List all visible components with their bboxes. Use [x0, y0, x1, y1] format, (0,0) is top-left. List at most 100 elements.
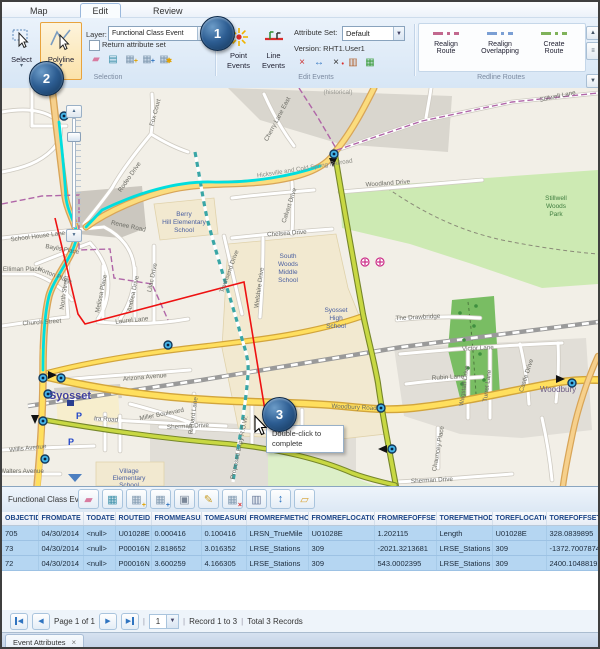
delete-row-icon[interactable]: ▦× — [222, 489, 243, 509]
realign-route-button[interactable]: RealignRoute — [419, 24, 473, 71]
redline-routes-box: RealignRouteRealignOverlappingCreateRout… — [418, 23, 586, 72]
list-icon[interactable]: ▤ — [106, 53, 120, 67]
close-tab-icon[interactable]: × — [72, 638, 77, 647]
map-label: High — [329, 315, 343, 322]
redline-routes-group-label: Redline Routes — [418, 74, 584, 81]
prev-page-button[interactable]: ◀ — [32, 613, 50, 630]
total-records-text: Total 3 Records — [247, 617, 303, 626]
map-label: Berry — [176, 211, 192, 218]
next-page-button[interactable]: ▶ — [99, 613, 117, 630]
attribute-set-icon[interactable]: ▦ — [363, 56, 377, 70]
zoom-out-icon[interactable]: ▼ — [66, 229, 82, 242]
add-selection-icon[interactable]: ▦+ — [123, 53, 137, 67]
line-events-button[interactable]: Line Events — [256, 22, 291, 80]
redline-dash-icon — [487, 32, 513, 35]
eraser-icon[interactable]: ▰ — [89, 53, 103, 67]
sort-icon[interactable]: ↕ — [270, 489, 291, 509]
event-attributes-panel: Functional Class Event ▰▦▦+▦+▣✎▦×▥↕▱ OBJ… — [2, 486, 598, 648]
tab-map[interactable]: Map — [18, 4, 60, 17]
map-label: Elementary — [113, 475, 147, 482]
add-to-selection-icon[interactable]: ▦+ — [140, 53, 154, 67]
table-icon[interactable]: ▦ — [102, 489, 123, 509]
selection-icon-strip: ▰▤▦+▦+▦✱ — [89, 53, 171, 67]
edit-events-icon-strip: ×↔×•▥▦ — [295, 56, 377, 70]
attribute-set-dropdown[interactable]: Default ▼ — [342, 26, 405, 41]
table-row[interactable]: 7304/30/2014<null>P00016N2.8186523.01635… — [2, 541, 598, 556]
layer-dropdown[interactable]: Functional Class Event ▼ — [108, 26, 209, 41]
column-header[interactable]: TOREFMETHOD — [436, 512, 492, 526]
table-row[interactable]: 7204/30/2014<null>P00016N3.6002594.16630… — [2, 556, 598, 571]
map-label: Hill Elementary — [162, 219, 206, 226]
first-page-button[interactable]: ◀ — [10, 613, 28, 630]
tab-event-attributes[interactable]: Event Attributes × — [5, 634, 84, 649]
ribbon-scrollbar[interactable]: ▲ ≡ ▼ — [586, 26, 598, 90]
line-events-icon — [257, 26, 290, 50]
map-label: P — [76, 411, 82, 421]
add-row-icon[interactable]: ▦+ — [126, 489, 147, 509]
tab-edit[interactable]: Edit — [80, 3, 122, 18]
select-tool-icon — [5, 26, 38, 54]
column-header[interactable]: FROMREFOFFSET — [374, 512, 436, 526]
column-header[interactable]: FROMREFMETHOD — [246, 512, 308, 526]
table-row[interactable]: 70504/30/2014<null>U01028E0.0004160.1004… — [2, 526, 598, 541]
map-label: School — [326, 323, 346, 330]
edit-attributes-icon[interactable]: ✎ — [198, 489, 219, 509]
layer-label: Layer: — [86, 30, 107, 39]
column-header[interactable]: OBJECTID — [2, 512, 38, 526]
redline-dash-icon — [541, 32, 567, 35]
column-header[interactable]: TOMEASURE — [201, 512, 246, 526]
scroll-up-icon[interactable]: ▲ — [586, 26, 600, 40]
page-number-caret[interactable]: ▼ — [166, 614, 179, 629]
column-header[interactable]: FROMREFLOCATION — [308, 512, 374, 526]
callout-2: 2 — [29, 61, 64, 96]
zoom-in-icon[interactable]: ▲ — [66, 105, 82, 118]
table-header-row: OBJECTIDFROMDATETODATEROUTEIDFROMMEASURE… — [2, 512, 598, 526]
add-selected-icon[interactable]: ▦+ — [150, 489, 171, 509]
redline-dash-icon — [433, 32, 459, 35]
open-folder-icon[interactable]: ▱ — [294, 489, 315, 509]
merge-events-icon[interactable]: ↔ — [312, 56, 326, 70]
split-event-icon[interactable]: × — [295, 56, 309, 70]
page-indicator: Page 1 of 1 — [54, 617, 95, 626]
column-header[interactable]: TOREFLOCATION — [492, 512, 546, 526]
ribbon: Select ▾ Polyline ▾ Layer: Functional Cl… — [2, 18, 598, 89]
map-label: Middle — [278, 269, 298, 276]
map-zoom-slider[interactable]: ▲ ▼ — [66, 105, 82, 241]
column-header[interactable]: FROMMEASURE — [151, 512, 201, 526]
map-label: P — [68, 437, 74, 447]
column-header[interactable]: ROUTEID — [115, 512, 151, 526]
map-label: Park — [549, 211, 563, 218]
page-number-input[interactable]: 1 — [149, 614, 167, 629]
scroll-thumb[interactable]: ≡ — [586, 42, 600, 60]
map-label: Stillwell — [545, 195, 567, 202]
related-records-icon[interactable]: ▥ — [246, 489, 267, 509]
collapse-arrow-icon[interactable] — [68, 474, 82, 482]
return-attribute-set-label: Return attribute set — [102, 40, 166, 49]
map-label: Syosset — [49, 390, 92, 402]
selectable-layers-icon[interactable]: ▦✱ — [157, 53, 171, 67]
map-label: Syosset — [324, 307, 347, 314]
map-label: Woodbury — [540, 385, 576, 394]
last-page-button[interactable]: ▶ — [121, 613, 139, 630]
column-header[interactable]: TOREFOFFSET — [546, 512, 598, 526]
return-attribute-set-checkbox[interactable] — [89, 40, 100, 51]
record-range-text: Record 1 to 3 — [189, 617, 237, 626]
tab-review[interactable]: Review — [141, 4, 195, 17]
save-icon[interactable]: ▣ — [174, 489, 195, 509]
ribbon-tab-bar: Map Edit Review — [2, 2, 598, 18]
callout-1: 1 — [200, 16, 235, 51]
column-header[interactable]: FROMDATE — [38, 512, 83, 526]
scroll-down-icon[interactable]: ▼ — [586, 74, 600, 88]
create-route-button[interactable]: CreateRoute — [527, 24, 581, 71]
panel-toolbar: ▰▦▦+▦+▣✎▦×▥↕▱ — [78, 489, 315, 509]
snap-event-icon[interactable]: ×• — [329, 56, 343, 70]
eraser-icon[interactable]: ▰ — [78, 489, 99, 509]
column-header[interactable]: TODATE — [83, 512, 115, 526]
zoom-slider-handle[interactable] — [67, 132, 81, 142]
map-label: Walters Avenue — [2, 468, 44, 475]
event-attributes-icon[interactable]: ▥ — [346, 56, 360, 70]
realign-overlapping-button[interactable]: RealignOverlapping — [473, 24, 527, 71]
attribute-set-label: Attribute Set: — [294, 28, 337, 37]
attribute-set-dropdown-caret[interactable]: ▼ — [393, 27, 404, 40]
map-label: School — [278, 277, 298, 284]
